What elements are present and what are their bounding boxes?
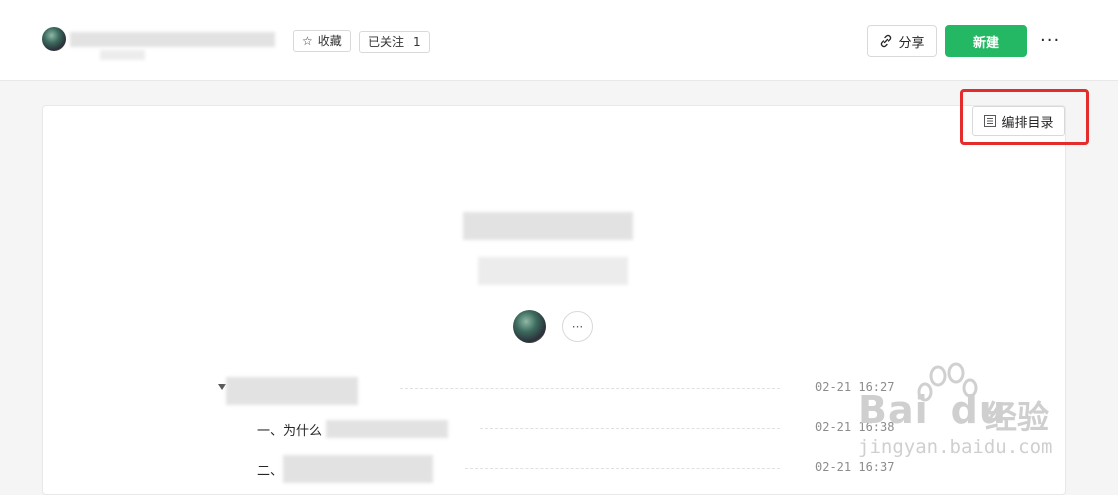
toc-item-1-time: 02-21 16:27 [815, 380, 895, 394]
top-bar: ☆ 收藏 已关注 1 分享 新建 ··· [0, 0, 1118, 81]
toc-item-1-title-blurred[interactable] [226, 377, 358, 405]
new-label: 新建 [972, 35, 999, 51]
followed-label: 已关注 [368, 35, 405, 49]
link-icon [881, 34, 892, 48]
document-more-icon: ··· [571, 319, 584, 334]
favorite-label: 收藏 [317, 34, 342, 48]
book-subtitle-blurred [100, 50, 145, 60]
paw-logo-icon [917, 362, 978, 402]
book-avatar[interactable] [42, 27, 66, 51]
followed-button[interactable]: 已关注 1 [359, 31, 430, 53]
document-subtitle-blurred [478, 257, 628, 285]
star-icon: ☆ [302, 34, 313, 48]
book-title-blurred[interactable] [70, 32, 275, 47]
toc-item-3-leader [465, 468, 780, 469]
toc-item-2-time: 02-21 16:38 [815, 420, 895, 434]
author-avatar[interactable] [513, 310, 546, 343]
toc-item-2-label[interactable]: 一、为什么 [257, 420, 322, 439]
followed-count: 1 [413, 35, 421, 49]
new-button[interactable]: 新建 [945, 25, 1027, 57]
share-button[interactable]: 分享 [867, 25, 937, 57]
document-title-blurred [463, 212, 633, 240]
toc-item-3-label[interactable]: 二、 [257, 460, 283, 479]
toc-item-1-leader [400, 388, 780, 389]
toc-item-2-leader [480, 428, 780, 429]
highlight-box [960, 89, 1089, 145]
content-card [42, 105, 1066, 495]
favorite-button[interactable]: ☆ 收藏 [293, 30, 351, 52]
document-more-button[interactable]: ··· [562, 311, 593, 342]
toc-item-2-title-blurred[interactable] [326, 420, 448, 438]
share-label: 分享 [898, 35, 925, 51]
collapse-caret-icon[interactable] [218, 384, 226, 390]
toc-item-3-title-blurred[interactable] [283, 455, 433, 483]
toc-item-3-time: 02-21 16:37 [815, 460, 895, 474]
more-icon[interactable]: ··· [1040, 30, 1060, 51]
